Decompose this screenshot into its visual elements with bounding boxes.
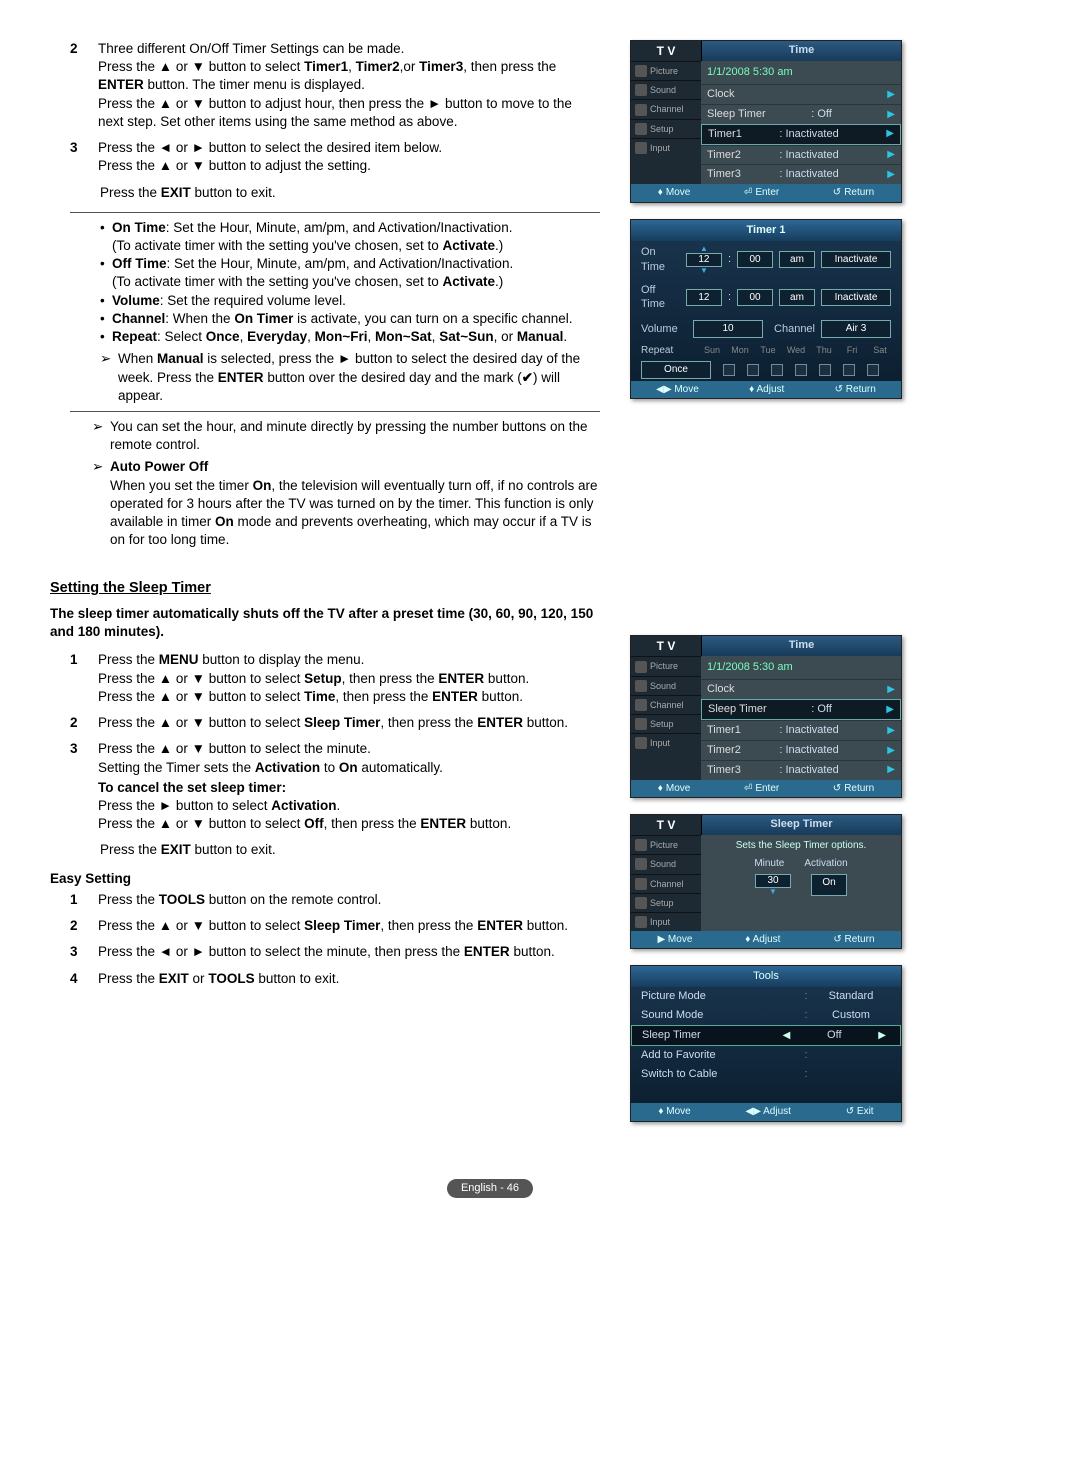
osd-tv-label: T V: [631, 41, 702, 61]
osd-timer1-panel: Timer 1 On Time ▲12▼ : 00 am Inactivate …: [630, 219, 902, 400]
sleep-lead: The sleep timer automatically shuts off …: [50, 605, 600, 641]
note-arrow-icon: ➢: [92, 418, 110, 454]
osd-tools-panel: Tools Picture Mode:StandardSound Mode:Cu…: [630, 965, 902, 1122]
osd-date: 1/1/2008 5:30 am: [701, 61, 901, 84]
note-auto-power-off: ➢ Auto Power Off When you set the timer …: [92, 458, 600, 549]
osd-time-menu-1: T V Time PictureSoundChannelSetupInput 1…: [630, 40, 902, 203]
osd-title: Time: [702, 41, 901, 61]
section-sleep-timer-title: Setting the Sleep Timer: [50, 579, 600, 599]
timer1-title: Timer 1: [631, 220, 901, 241]
page-footer: English - 46: [50, 1178, 930, 1198]
note-number-buttons: ➢ You can set the hour, and minute direc…: [92, 418, 600, 454]
step-2: 2 Three different On/Off Timer Settings …: [70, 40, 600, 131]
step-2-line3: ENTER button. The timer menu is displaye…: [98, 76, 600, 94]
timer1-repeat-days: Repeat SunMonTueWedThuFriSat: [631, 342, 901, 360]
easy-step-2: 2Press the ▲ or ▼ button to select Sleep…: [70, 917, 600, 935]
timer1-footer: ◀▶ Move ♦ Adjust ↺ Return: [631, 381, 901, 399]
step-2-line1: Three different On/Off Timer Settings ca…: [98, 40, 600, 58]
step-number: 3: [70, 139, 98, 175]
note-arrow-icon: ➢: [100, 350, 118, 405]
bullet-off-time: •Off Time: Set the Hour, Minute, am/pm, …: [100, 255, 600, 291]
tools-title: Tools: [631, 966, 901, 987]
easy-step-4: 4Press the EXIT or TOOLS button to exit.: [70, 970, 600, 988]
page-number-pill: English - 46: [447, 1179, 533, 1198]
bullet-volume: •Volume: Set the required volume level.: [100, 292, 600, 310]
timer1-repeat-once: Once: [631, 359, 901, 381]
step-3-line2: Press the ▲ or ▼ button to adjust the se…: [98, 157, 600, 175]
bullet-on-time: •On Time: Set the Hour, Minute, am/pm, a…: [100, 219, 600, 255]
osd-time-menu-2: T V Time PictureSoundChannelSetupInput 1…: [630, 635, 902, 798]
timer1-volume-row: Volume 10 Channel Air 3: [631, 316, 901, 342]
kw-timer1: Timer1: [304, 59, 348, 74]
timer1-on-time: On Time ▲12▼ : 00 am Inactivate: [631, 241, 901, 279]
sleep-exit: Press the EXIT button to exit.: [100, 841, 600, 859]
exit-instruction: Press the EXIT button to exit.: [100, 184, 600, 202]
kw-timer2: Timer2: [356, 59, 400, 74]
osd-sleep-timer-panel: T V Sleep Timer PictureSoundChannelSetup…: [630, 814, 902, 949]
easy-setting-title: Easy Setting: [50, 870, 600, 888]
note-arrow-icon: ➢: [92, 458, 110, 549]
easy-step-3: 3Press the ◄ or ► button to select the m…: [70, 943, 600, 961]
step-3: 3 Press the ◄ or ► button to select the …: [70, 139, 600, 175]
bullet-repeat-sub: ➢ When Manual is selected, press the ► b…: [100, 350, 600, 405]
sleep-step-3: 3 Press the ▲ or ▼ button to select the …: [70, 740, 600, 833]
divider: [70, 212, 600, 213]
kw-enter: ENTER: [98, 77, 144, 92]
kw-timer3: Timer3: [419, 59, 463, 74]
divider: [70, 411, 600, 412]
txt: Press the ▲ or ▼ button to select: [98, 59, 304, 74]
step-number: 2: [70, 40, 98, 131]
step-3-line1: Press the ◄ or ► button to select the de…: [98, 139, 600, 157]
sleep-step-1: 1 Press the MENU button to display the m…: [70, 651, 600, 706]
sleep-caption: Sets the Sleep Timer options.: [701, 835, 901, 857]
step-2-line2: Press the ▲ or ▼ button to select Timer1…: [98, 58, 600, 76]
step-2-line4: Press the ▲ or ▼ button to adjust hour, …: [98, 95, 600, 131]
kw-exit: EXIT: [161, 185, 191, 200]
osd-footer: ♦Move ⏎Enter ↺Return: [631, 184, 901, 202]
easy-step-1: 1Press the TOOLS button on the remote co…: [70, 891, 600, 909]
timer1-off-time: Off Time 12: 00 am Inactivate: [631, 279, 901, 317]
sleep-step-2: 2 Press the ▲ or ▼ button to select Slee…: [70, 714, 600, 732]
auto-power-off-title: Auto Power Off: [110, 459, 208, 474]
cancel-sleep-title: To cancel the set sleep timer:: [98, 779, 600, 797]
bullet-channel: •Channel: When the On Timer is activate,…: [100, 310, 600, 328]
bullet-repeat: •Repeat: Select Once, Everyday, Mon~Fri,…: [100, 328, 600, 346]
